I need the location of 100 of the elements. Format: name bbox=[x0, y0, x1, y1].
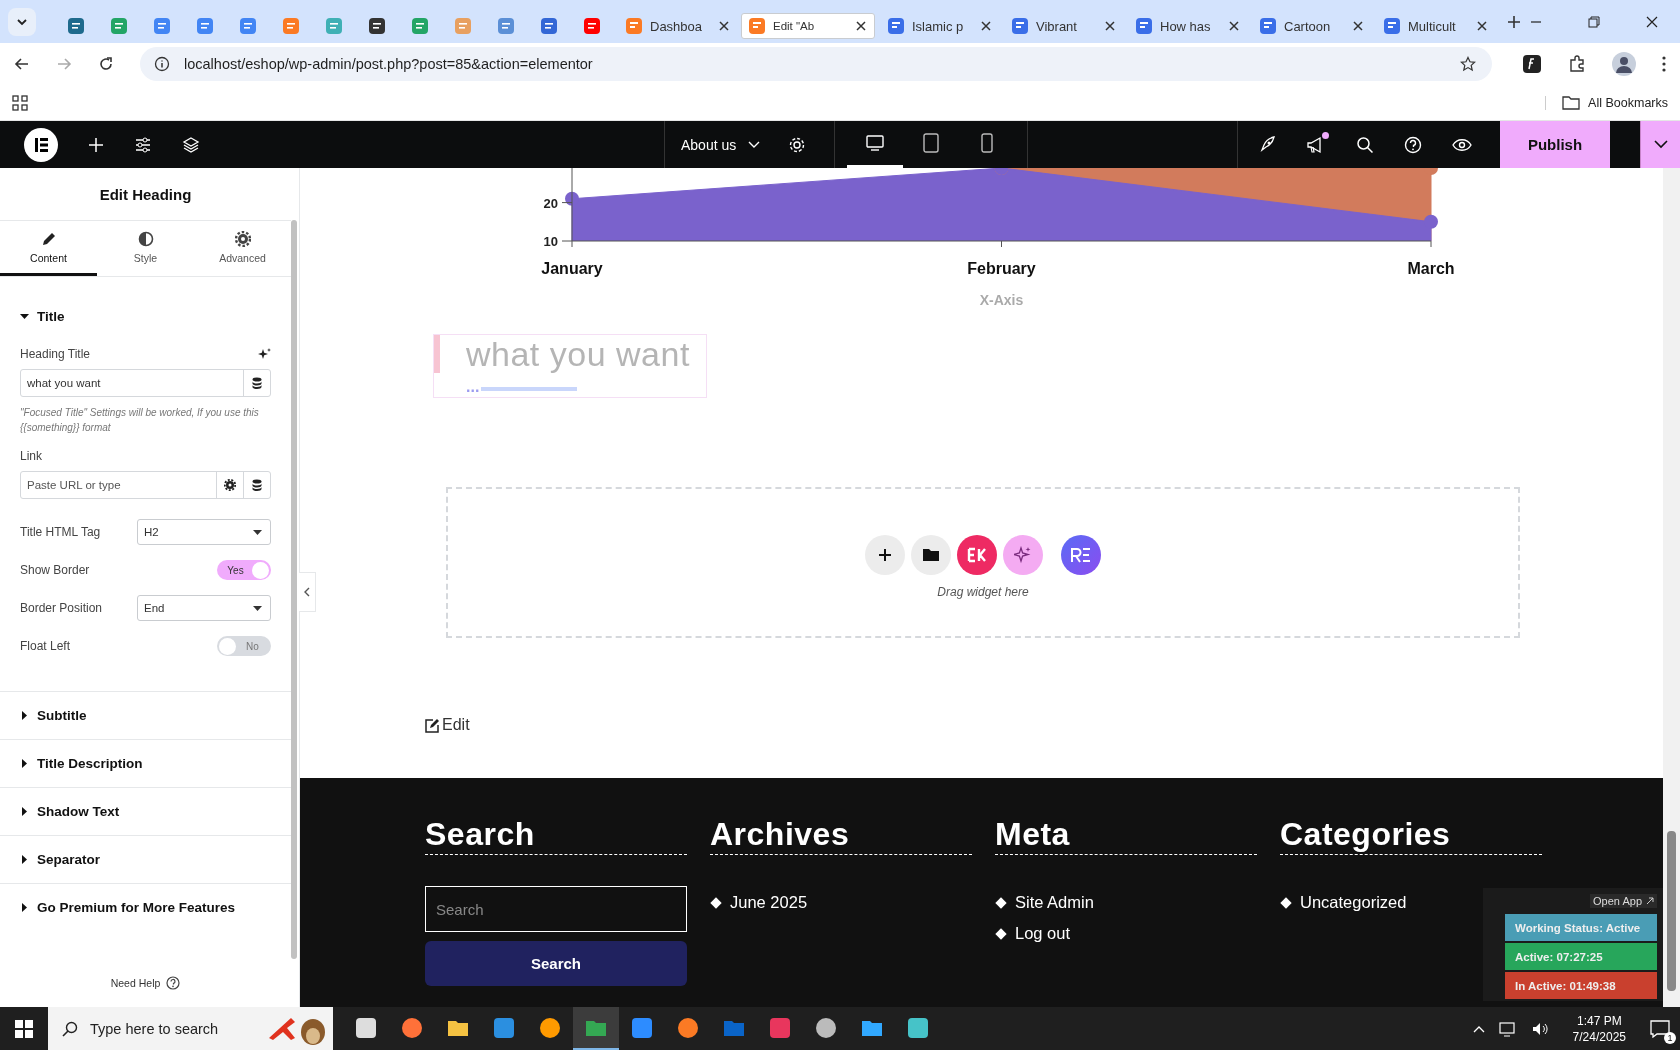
browser-tab[interactable]: How has bbox=[1127, 9, 1247, 43]
tab-label: Style bbox=[133, 251, 158, 264]
close-icon[interactable] bbox=[719, 21, 729, 31]
footer-link[interactable]: Site Admin bbox=[1015, 893, 1094, 912]
ai-button[interactable] bbox=[1003, 534, 1043, 575]
publish-button[interactable]: Publish bbox=[1500, 121, 1610, 168]
select-field[interactable]: End bbox=[137, 595, 271, 621]
url-input[interactable]: Paste URL or type bbox=[21, 478, 216, 492]
reload-icon[interactable] bbox=[98, 56, 114, 72]
kit-button[interactable] bbox=[957, 534, 997, 575]
footer-link[interactable]: June 2025 bbox=[730, 893, 808, 912]
need-help-link[interactable]: Need Help bbox=[110, 977, 161, 989]
browser-tab[interactable]: Multicult bbox=[1375, 9, 1495, 43]
clock-date[interactable]: 7/24/2025 bbox=[1572, 1028, 1626, 1045]
footer-link[interactable]: Uncategorized bbox=[1300, 893, 1407, 912]
layers-icon[interactable] bbox=[182, 135, 200, 154]
back-icon[interactable] bbox=[14, 56, 30, 72]
taskbar-app[interactable] bbox=[573, 1007, 619, 1050]
drop-zone[interactable]: Drag widget here bbox=[446, 487, 1520, 638]
panel-tab[interactable]: Style bbox=[97, 221, 194, 276]
tab-title: Multicult bbox=[1408, 18, 1457, 34]
sliders-icon[interactable] bbox=[134, 135, 152, 154]
caret-icon bbox=[20, 711, 29, 720]
tab-title: Islamic p bbox=[912, 18, 965, 34]
network-icon[interactable] bbox=[1498, 1020, 1517, 1037]
clock-time[interactable]: 1:47 PM bbox=[1576, 1012, 1622, 1029]
rocket-icon[interactable] bbox=[1258, 135, 1276, 154]
tab-title: Cartoon bbox=[1284, 18, 1332, 34]
scrollbar[interactable] bbox=[1663, 168, 1680, 1007]
info-icon[interactable] bbox=[154, 56, 170, 72]
heading-title-field[interactable]: what you want bbox=[20, 369, 271, 397]
help-icon[interactable] bbox=[166, 976, 181, 990]
notification-icon[interactable] bbox=[1650, 1019, 1670, 1038]
url-text: localhost/eshop/wp-admin/post.php?post=85&action=elementor bbox=[184, 56, 593, 72]
link-field[interactable]: Paste URL or type bbox=[20, 471, 271, 499]
database-icon[interactable] bbox=[252, 377, 262, 389]
new-tab-icon[interactable] bbox=[1507, 14, 1521, 29]
taskbar-search-field[interactable]: Type here to search bbox=[48, 1007, 333, 1050]
logo-icon bbox=[967, 546, 987, 563]
toggle-switch[interactable]: Yes bbox=[217, 560, 271, 580]
extension-icon[interactable] bbox=[1522, 54, 1542, 74]
avatar-icon[interactable] bbox=[1612, 52, 1636, 76]
logo-icon[interactable] bbox=[24, 127, 58, 162]
close-icon[interactable] bbox=[856, 21, 866, 31]
preview-icon[interactable] bbox=[1452, 137, 1472, 152]
windows-start-icon[interactable] bbox=[15, 1019, 33, 1038]
folder-icon bbox=[923, 548, 939, 561]
search-icon[interactable] bbox=[1356, 135, 1374, 154]
browser-tab[interactable]: Cartoon bbox=[1251, 9, 1371, 43]
panel-tab[interactable]: Content bbox=[0, 221, 97, 276]
section-header[interactable]: Title bbox=[0, 297, 291, 335]
page-selector[interactable]: About us bbox=[664, 121, 781, 168]
add-icon[interactable] bbox=[88, 136, 104, 153]
close-icon[interactable] bbox=[1646, 15, 1658, 28]
close-icon[interactable] bbox=[1353, 21, 1363, 31]
scrollbar[interactable] bbox=[291, 220, 297, 959]
settings-icon[interactable] bbox=[788, 135, 807, 154]
collapse-handle[interactable] bbox=[299, 572, 316, 612]
browser-tab[interactable]: Vibrant bbox=[1003, 9, 1123, 43]
tab-title: Edit "Ab bbox=[773, 20, 816, 32]
close-icon[interactable] bbox=[1105, 21, 1115, 31]
address-bar[interactable]: localhost/eshop/wp-admin/post.php?post=85&action=elementor bbox=[140, 47, 1492, 81]
search-button[interactable]: Search bbox=[425, 941, 687, 986]
browser-tab[interactable]: Edit "Ab bbox=[741, 13, 875, 39]
all-bookmarks-link[interactable]: All Bookmarks bbox=[1588, 95, 1668, 110]
drop-hint: Drag widget here bbox=[937, 584, 1029, 599]
tab-search-button[interactable] bbox=[8, 7, 36, 36]
edit-link[interactable]: Edit bbox=[425, 716, 470, 734]
panel-title: Edit Heading bbox=[0, 168, 291, 221]
close-icon[interactable] bbox=[1229, 21, 1239, 31]
heading-text: what you want bbox=[466, 335, 690, 373]
close-icon[interactable] bbox=[1477, 21, 1487, 31]
template-button[interactable] bbox=[911, 534, 951, 575]
search-icon bbox=[62, 1020, 78, 1037]
database-icon[interactable] bbox=[252, 479, 262, 491]
help-note: "Focused Title" Settings will be worked, If you use this {{something}} format bbox=[20, 406, 260, 435]
select-field[interactable]: H2 bbox=[137, 519, 271, 545]
browser-tab[interactable]: Islamic p bbox=[879, 9, 999, 43]
apps-grid-icon[interactable] bbox=[12, 94, 28, 111]
section-title: Title bbox=[37, 308, 65, 324]
add-section-button[interactable] bbox=[865, 534, 905, 575]
puzzle-icon[interactable] bbox=[1568, 55, 1586, 73]
border-bar bbox=[434, 335, 440, 373]
close-icon[interactable] bbox=[981, 21, 991, 31]
mobile-icon bbox=[981, 133, 994, 153]
panel-tab[interactable]: Advanced bbox=[194, 221, 291, 276]
control-label: Link bbox=[20, 449, 43, 463]
open-app-link[interactable]: Open App bbox=[1590, 894, 1657, 908]
chevron-up-icon[interactable] bbox=[1472, 1024, 1485, 1033]
caret-icon bbox=[20, 759, 29, 768]
restore-icon[interactable] bbox=[1588, 15, 1600, 28]
browser-tab[interactable]: Dashboa bbox=[617, 9, 737, 43]
caret-icon bbox=[253, 529, 262, 535]
gear-icon[interactable] bbox=[224, 479, 236, 491]
y-tick-label: 20 bbox=[543, 195, 558, 211]
search-field[interactable]: Search bbox=[425, 886, 687, 932]
footer-link[interactable]: Log out bbox=[1015, 924, 1071, 943]
menu-icon[interactable] bbox=[1662, 56, 1666, 72]
blocks-button[interactable] bbox=[1061, 534, 1101, 575]
star-icon[interactable] bbox=[1460, 56, 1476, 72]
